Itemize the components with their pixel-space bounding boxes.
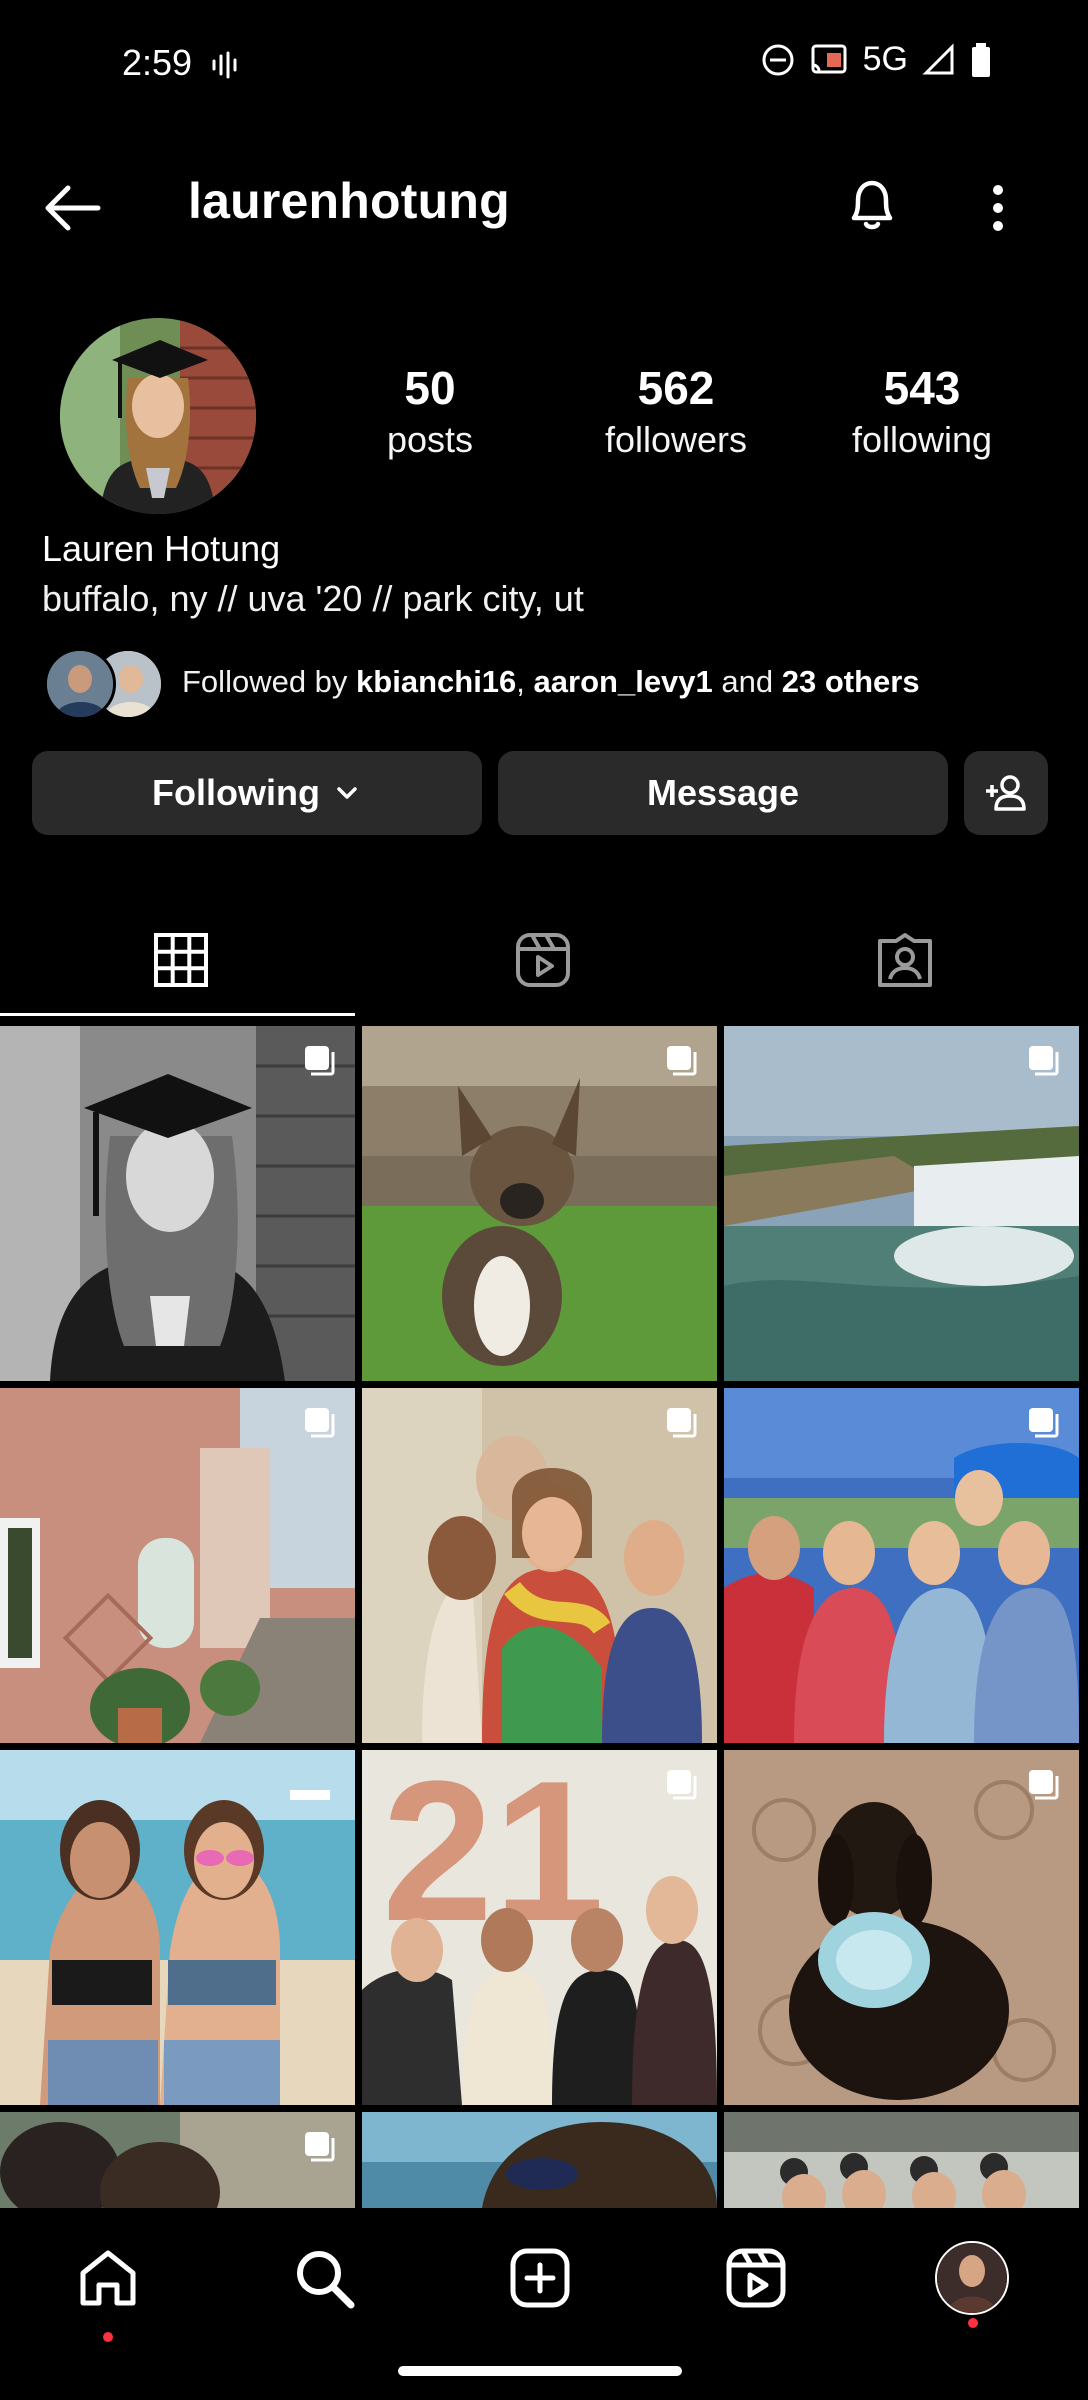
tagged-icon (878, 933, 932, 987)
following-button[interactable]: Following (32, 751, 482, 835)
separator: , (516, 664, 525, 699)
back-arrow-icon (45, 185, 101, 231)
mutual-avatar (44, 648, 116, 720)
suggested-people-button[interactable] (964, 751, 1048, 835)
active-tab-indicator (0, 1013, 355, 1016)
multi-photo-icon (305, 1408, 335, 1438)
grid-post[interactable] (362, 2112, 717, 2208)
profile-notification-dot (968, 2318, 978, 2328)
nav-reels[interactable] (716, 2238, 796, 2318)
grid-icon (154, 933, 208, 987)
multi-photo-icon (305, 2132, 335, 2162)
stat-label: following (851, 419, 993, 460)
signal-icon (922, 42, 954, 74)
mutual-others[interactable]: 23 others (782, 664, 920, 699)
tab-tagged[interactable] (724, 905, 1086, 1015)
stat-value: 543 (883, 362, 961, 414)
mutual-user-1[interactable]: kbianchi16 (356, 664, 516, 699)
grid-post[interactable] (724, 1388, 1079, 1743)
multi-photo-icon (1029, 1408, 1059, 1438)
search-icon (297, 2251, 355, 2309)
following-label: Following (152, 772, 320, 813)
reels-icon (516, 933, 570, 987)
stat-label: followers (604, 419, 748, 460)
nav-profile[interactable] (932, 2238, 1012, 2318)
mutual-user-2[interactable]: aaron_levy1 (534, 664, 713, 699)
home-notification-dot (103, 2332, 113, 2342)
profile-bio: buffalo, ny // uva '20 // park city, ut (42, 578, 584, 619)
grid-post[interactable] (0, 2112, 355, 2208)
multi-photo-icon (667, 1046, 697, 1076)
grid-post[interactable] (0, 1750, 355, 2105)
more-vert-icon (993, 185, 1003, 231)
chevron-down-icon (337, 787, 357, 799)
notifications-button[interactable] (840, 172, 904, 236)
multi-photo-icon (305, 1046, 335, 1076)
multi-photo-icon (1029, 1770, 1059, 1800)
home-icon (80, 2250, 136, 2306)
mutual-avatars[interactable] (44, 648, 164, 720)
more-options-button[interactable] (978, 176, 1018, 240)
multi-photo-icon (667, 1770, 697, 1800)
profile-avatar-large[interactable] (60, 318, 256, 514)
grid-post[interactable] (724, 2112, 1079, 2208)
multi-photo-icon (667, 1408, 697, 1438)
stat-value: 50 (404, 362, 456, 414)
message-button[interactable]: Message (498, 751, 948, 835)
profile-username: laurenhotung (188, 173, 510, 229)
tab-reels[interactable] (362, 905, 724, 1015)
cast-icon (811, 44, 847, 73)
bell-icon (851, 180, 893, 230)
stat-value: 562 (637, 362, 715, 414)
grid-post[interactable] (362, 1388, 717, 1743)
status-time: 2:59 (122, 42, 193, 83)
home-indicator[interactable] (398, 2366, 682, 2376)
multi-photo-icon (1029, 1046, 1059, 1076)
followed-by-and: and (721, 664, 774, 699)
tab-grid[interactable] (0, 905, 362, 1015)
stat-followers[interactable]: 562 followers (576, 360, 776, 464)
grid-post[interactable] (0, 1026, 355, 1381)
status-icons: 5G (761, 40, 992, 79)
grid-post[interactable] (0, 1388, 355, 1743)
grid-post[interactable] (724, 1026, 1079, 1381)
grid-post[interactable] (362, 1026, 717, 1381)
voicemail-icon (210, 50, 240, 85)
nav-home[interactable] (68, 2238, 148, 2318)
profile-display-name: Lauren Hotung (42, 528, 281, 569)
stat-label: posts (386, 419, 474, 460)
message-label: Message (646, 772, 800, 813)
nav-search[interactable] (284, 2238, 364, 2318)
battery-icon (972, 42, 990, 77)
add-person-icon (986, 775, 1026, 811)
network-label: 5G (862, 40, 908, 78)
reels-icon (726, 2248, 786, 2308)
stat-posts[interactable]: 50 posts (330, 360, 530, 464)
followed-by-text[interactable]: Followed by kbianchi16, aaron_levy1 and … (182, 664, 920, 700)
profile-avatar (935, 2241, 1009, 2315)
grid-post[interactable]: 21 (362, 1750, 717, 2105)
dnd-icon (762, 44, 794, 75)
back-button[interactable] (40, 176, 104, 240)
stat-following[interactable]: 543 following (822, 360, 1022, 464)
create-icon (510, 2248, 570, 2308)
grid-post[interactable] (724, 1750, 1079, 2105)
followed-by-prefix: Followed by (182, 664, 348, 699)
nav-create[interactable] (500, 2238, 580, 2318)
